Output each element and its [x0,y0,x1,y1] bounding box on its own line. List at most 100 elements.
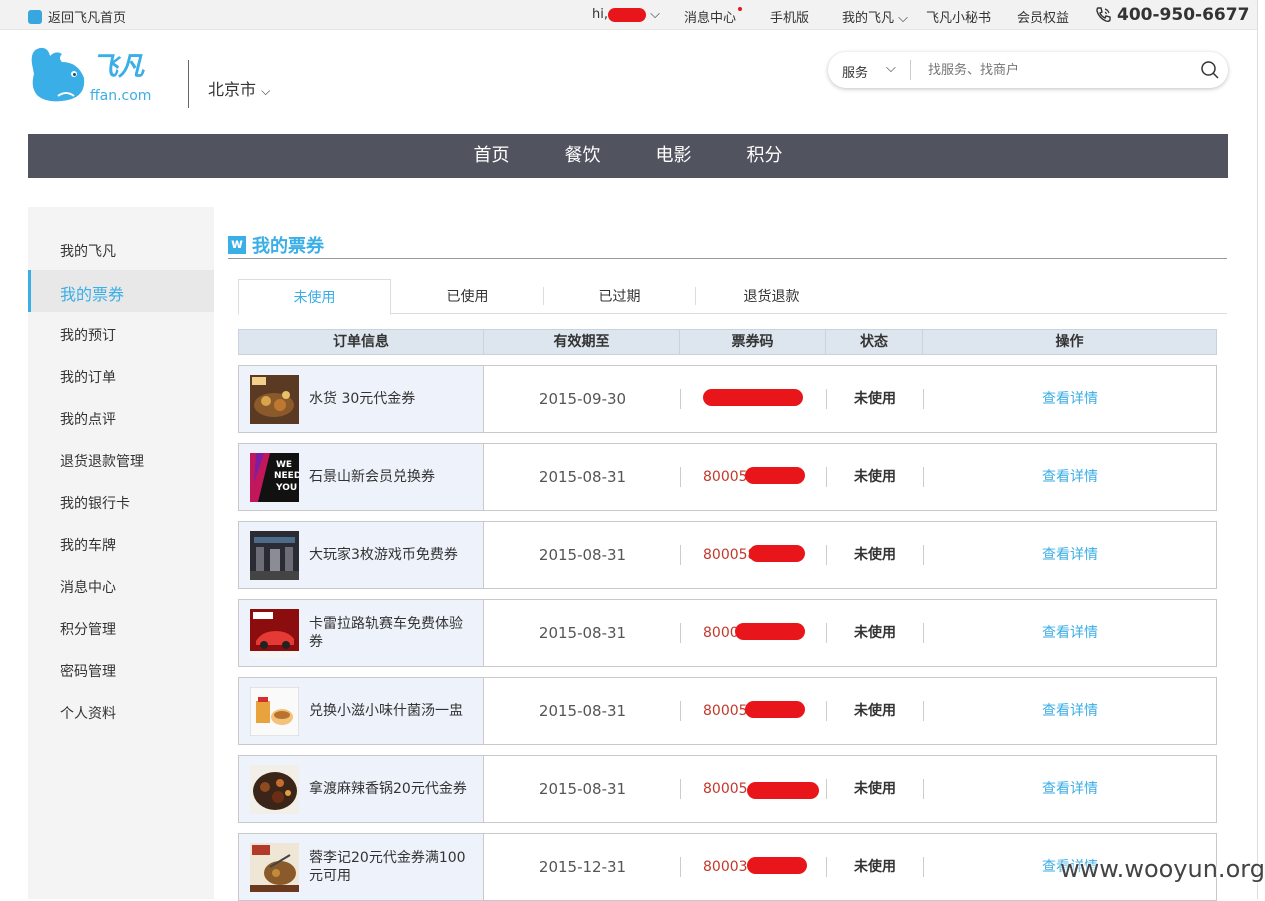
ticket-code-text: 80005 [703,703,748,719]
search-scope-select[interactable]: 服务 [842,62,868,81]
back-home-link[interactable]: 返回飞凡首页 [28,7,126,26]
product-thumbnail[interactable] [250,687,299,736]
tab-expired[interactable]: 已过期 [543,279,696,314]
sidebar-item-orders[interactable]: 我的订单 [60,367,116,387]
redacted-code [749,545,805,562]
svg-text:YOU: YOU [275,483,297,493]
secretary-link[interactable]: 飞凡小秘书 [926,7,991,26]
product-name[interactable]: 水货 30元代金券 [309,366,474,432]
search-icon[interactable] [1200,60,1220,80]
status-label: 未使用 [854,469,896,485]
sidebar-item-my-feifan[interactable]: 我的飞凡 [60,241,116,261]
search-input[interactable] [928,60,1188,80]
order-info-cell: 水货 30元代金券 [239,366,484,432]
col-ticket-code: 票券码 [680,330,826,354]
scrollbar[interactable] [1257,0,1265,899]
ticket-code-text: 8000 [703,625,739,641]
status-label: 未使用 [854,859,896,875]
my-feifan-label: 我的飞凡 [842,11,895,26]
greeting-text: hi, [592,7,608,22]
ticket-code: 800058 [703,522,805,588]
user-greeting[interactable]: hi, ⌵ [592,7,660,22]
message-center-link[interactable]: 消息中心 [684,7,743,26]
tab-refunds[interactable]: 退货退款 [695,279,848,314]
sidebar-item-reservations[interactable]: 我的预订 [60,325,116,345]
col-order-info: 订单信息 [239,330,484,354]
sidebar-item-password[interactable]: 密码管理 [60,661,116,681]
main-nav: 首页 餐饮 电影 积分 [28,134,1228,178]
search-divider [910,60,911,80]
redacted-code [747,782,819,799]
page-title-text: 我的票券 [252,236,324,257]
product-name[interactable]: 兑换小滋小味什菌汤一盅 [309,678,474,744]
view-details-link[interactable]: 查看详情 [924,600,1216,666]
product-thumbnail[interactable] [250,765,299,814]
my-feifan-menu[interactable]: 我的飞凡 ⌵ [842,7,908,26]
product-thumbnail[interactable] [250,609,299,658]
city-selector[interactable]: 北京市 ⌵ [208,76,270,100]
sidebar-item-reviews[interactable]: 我的点评 [60,409,116,429]
sidebar-item-label: 我的票券 [60,285,125,304]
valid-date: 2015-08-31 [538,624,627,642]
product-name[interactable]: 石景山新会员兑换券 [309,444,474,510]
sidebar-item-refunds[interactable]: 退货退款管理 [60,451,144,471]
logo-mark: 飞凡 [92,52,145,82]
product-thumbnail[interactable] [250,843,299,892]
redacted-code [735,623,805,640]
view-details-link[interactable]: 查看详情 [924,756,1216,822]
cell-divider [680,545,681,565]
member-rights-link[interactable]: 会员权益 [1017,7,1069,26]
phone-number: 400-950-6677 [1117,5,1250,25]
sidebar-item-bank-cards[interactable]: 我的银行卡 [60,493,130,513]
ticket-code: 8000 [703,600,805,666]
status-label: 未使用 [854,625,896,641]
tab-used[interactable]: 已使用 [391,279,544,314]
sidebar-item-profile[interactable]: 个人资料 [60,703,116,723]
back-home-label: 返回飞凡首页 [48,11,127,26]
order-info-cell: 大玩家3枚游戏币免费券 [239,522,484,588]
view-details-link[interactable]: 查看详情 [924,678,1216,744]
product-name[interactable]: 拿渡麻辣香锅20元代金券 [309,756,474,822]
ticket-code-text: 80003 [703,859,748,875]
sidebar-item-my-tickets[interactable]: 我的票券 [28,270,214,312]
mobile-link[interactable]: 手机版 [770,7,809,26]
ffan-logo[interactable]: 飞凡 ffan.com [28,44,158,106]
product-thumbnail[interactable]: WENEED YOU [250,453,299,502]
cell-divider [680,701,681,721]
product-name[interactable]: 卡雷拉路轨赛车免费体验券 [309,600,474,666]
order-info-cell: 兑换小滋小味什菌汤一盅 [239,678,484,744]
order-info-cell: WE NEED YOU 石景山新会员兑换券 [239,444,484,510]
col-status: 状态 [826,330,923,354]
sidebar-item-messages[interactable]: 消息中心 [60,577,116,597]
ticket-code: 80005 [703,678,805,744]
chevron-down-icon: ⌵ [898,11,909,26]
logo-domain: ffan.com [90,88,152,104]
cell-divider [680,623,681,643]
chevron-down-icon[interactable]: ⌵ [886,61,896,76]
cell-divider [680,857,681,877]
nav-item-points[interactable]: 积分 [719,134,810,178]
product-thumbnail[interactable] [250,375,299,424]
order-info-cell: 拿渡麻辣香锅20元代金券 [239,756,484,822]
header-divider [188,60,189,108]
sidebar-item-points[interactable]: 积分管理 [60,619,116,639]
phone-icon [1096,7,1111,23]
valid-date: 2015-08-31 [538,546,627,564]
product-name[interactable]: 蓉李记20元代金券满100元可用 [309,834,474,900]
view-details-link[interactable]: 查看详情 [924,366,1216,432]
nav-item-dining[interactable]: 餐饮 [537,134,628,178]
site-header: 飞凡 ffan.com 北京市 ⌵ 服务 ⌵ [0,30,1265,134]
view-details-link[interactable]: 查看详情 [924,444,1216,510]
cell-divider [680,779,681,799]
nav-item-home[interactable]: 首页 [446,134,537,178]
product-thumbnail[interactable] [250,531,299,580]
ticket-code: 80005 [703,444,805,510]
product-name[interactable]: 大玩家3枚游戏币免费券 [309,522,474,588]
redacted-code [747,857,807,874]
view-details-link[interactable]: 查看详情 [924,522,1216,588]
table-row: 卡雷拉路轨赛车免费体验券 2015-08-31 8000 未使用 查看详情 [238,599,1217,667]
sidebar-item-license-plates[interactable]: 我的车牌 [60,535,116,555]
ticket-code-text: 80005 [703,469,748,485]
nav-item-movies[interactable]: 电影 [628,134,719,178]
tab-unused[interactable]: 未使用 [238,279,391,315]
